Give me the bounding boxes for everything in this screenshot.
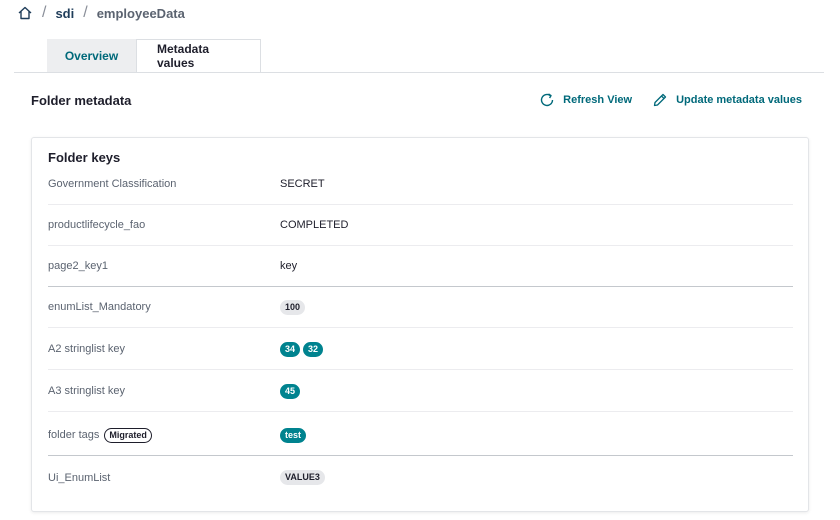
tab-overview[interactable]: Overview	[47, 39, 136, 73]
table-row: Government Classification SECRET	[48, 164, 793, 205]
value-pill: VALUE3	[280, 470, 325, 485]
value-pill: 32	[303, 341, 324, 357]
row-key-label: folder tags	[48, 429, 100, 441]
value-pill: 45	[280, 383, 301, 399]
tab-bar: Overview Metadata values	[47, 39, 261, 73]
row-key: A3 stringlist key	[48, 385, 126, 397]
row-key: Ui_EnumList	[48, 471, 111, 484]
table-row: A2 stringlist key 34 32	[48, 329, 793, 370]
row-key: productlifecycle_fao	[48, 219, 146, 231]
row-key: page2_key1	[48, 260, 108, 272]
table-row: Ui_EnumList VALUE3	[48, 457, 793, 498]
row-value: test	[280, 427, 309, 443]
refresh-view-label: Refresh View	[563, 94, 633, 106]
value-pill: 34	[280, 341, 301, 357]
refresh-icon	[540, 93, 554, 107]
home-icon[interactable]	[17, 5, 33, 21]
row-value: VALUE3	[280, 470, 328, 485]
row-key: enumList_Mandatory	[48, 301, 151, 313]
refresh-view-button[interactable]: Refresh View	[539, 92, 632, 108]
table-row: A3 stringlist key 45	[48, 371, 793, 412]
row-value: SECRET	[280, 178, 325, 190]
breadcrumb-separator: /	[42, 4, 47, 21]
value-pill: 100	[280, 299, 306, 315]
action-bar: Refresh View Update metadata values	[519, 92, 802, 108]
row-key: Government Classification	[48, 178, 177, 190]
row-value: COMPLETED	[280, 219, 349, 231]
migrated-badge: Migrated	[104, 427, 152, 443]
pencil-icon	[653, 93, 667, 107]
row-key: folder tags Migrated	[48, 427, 280, 443]
row-value: key	[280, 260, 298, 272]
value-pill: test	[280, 427, 307, 443]
tab-metadata-values[interactable]: Metadata values	[136, 39, 261, 73]
row-value: 100	[280, 299, 308, 315]
update-metadata-button[interactable]: Update metadata values	[652, 92, 802, 108]
breadcrumb-item-sdi[interactable]: sdi	[55, 6, 74, 21]
tab-divider	[14, 72, 824, 73]
folder-keys-card: Folder keys Government Classification SE…	[31, 137, 809, 512]
breadcrumb-item-current: employeeData	[96, 5, 185, 21]
breadcrumb-separator: /	[83, 4, 88, 21]
update-metadata-label: Update metadata values	[676, 94, 802, 106]
page-title: Folder metadata	[31, 93, 132, 108]
row-value: 45	[280, 383, 303, 399]
table-row: productlifecycle_fao COMPLETED	[48, 205, 793, 246]
card-title: Folder keys	[48, 150, 121, 165]
row-key: A2 stringlist key	[48, 343, 126, 355]
table-row: page2_key1 key	[48, 246, 793, 287]
table-row: folder tags Migrated test	[48, 415, 793, 456]
table-row: enumList_Mandatory 100	[48, 287, 793, 328]
breadcrumb: / sdi / employeeData	[17, 4, 185, 22]
row-value: 34 32	[280, 341, 326, 357]
